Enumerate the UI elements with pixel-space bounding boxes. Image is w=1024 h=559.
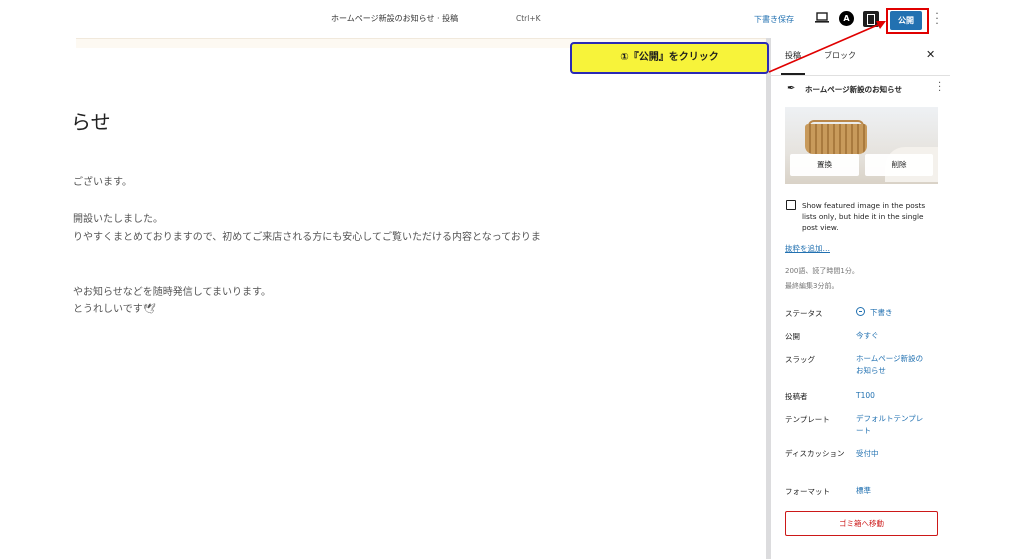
annotation-arrow	[768, 21, 886, 73]
editor-screen: ホームページ新設のお知らせ · 投稿 Ctrl+K 下書き保存 A 公開 · · ·…	[0, 0, 1024, 559]
